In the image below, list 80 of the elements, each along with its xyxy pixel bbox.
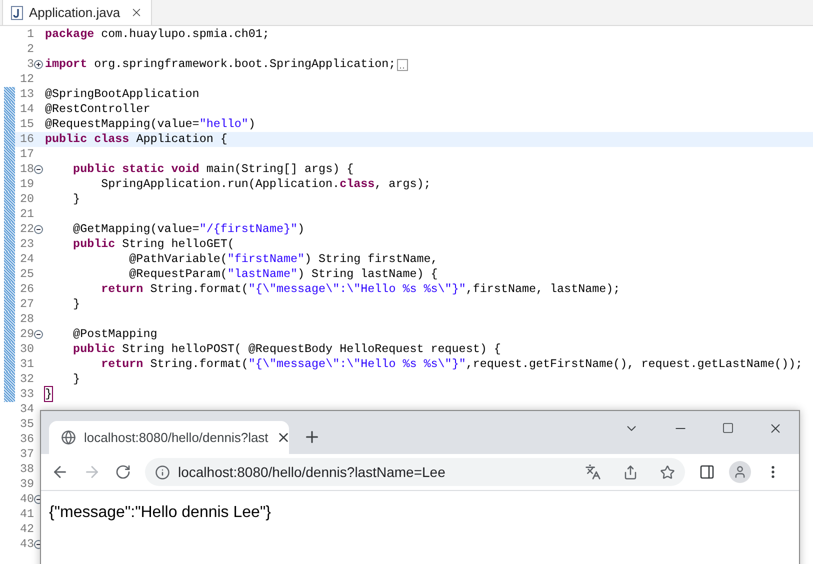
line-number: 13 — [18, 86, 34, 103]
collapse-icon[interactable] — [34, 165, 43, 174]
line-number: 33 — [18, 386, 34, 403]
code-line: @PathVariable("firstName") String firstName, — [128, 250, 438, 268]
code-line: public String helloGET( — [72, 236, 234, 253]
line-number: 12 — [18, 70, 34, 88]
line-number: 31 — [18, 356, 34, 373]
line-number: 24 — [18, 250, 34, 268]
line-number: 41 — [18, 506, 34, 523]
info-icon[interactable] — [155, 464, 170, 480]
code-line: } — [72, 296, 80, 313]
line-number: 20 — [18, 190, 34, 208]
star-icon[interactable] — [660, 464, 675, 480]
code-line: } — [72, 190, 80, 208]
java-file-icon — [11, 6, 23, 20]
line-number: 3 — [26, 56, 34, 73]
tab-title: localhost:8080/hello/dennis?last — [84, 428, 268, 447]
line-number: 40 — [18, 490, 34, 508]
line-number: 29 — [18, 326, 34, 343]
code-line: @SpringBootApplication — [45, 86, 200, 103]
code-line: public static void main(String[] args) { — [72, 160, 354, 178]
line-number: 38 — [18, 460, 34, 478]
maximize-icon[interactable] — [722, 422, 734, 434]
address-text: localhost:8080/hello/dennis?lastName=Lee — [178, 462, 446, 482]
translate-icon[interactable] — [585, 464, 601, 480]
code-line: return String.format("{\"message\":\"Hello %s %s\"}",firstName, lastName); — [100, 280, 620, 298]
collapse-icon[interactable] — [34, 330, 43, 339]
tab-title: Application.java — [29, 4, 120, 22]
avatar[interactable] — [729, 461, 751, 483]
line-number: 21 — [18, 206, 34, 223]
line-number: 35 — [18, 416, 34, 433]
code-line: @PostMapping — [72, 326, 158, 343]
back-icon[interactable] — [51, 463, 69, 481]
code-line: import org.springframework.boot.SpringApplication; — [45, 56, 396, 73]
line-number: 18 — [18, 160, 34, 178]
new-tab-icon[interactable] — [303, 428, 321, 446]
globe-icon — [61, 430, 76, 445]
line-number: 16 — [18, 130, 34, 148]
line-number: 37 — [18, 446, 34, 463]
code-line: return String.format("{\"message\":\"Hello %s %s\"}",request.getFirstName(), request.getLastName()); — [100, 356, 803, 373]
reload-icon[interactable] — [115, 464, 131, 480]
collapse-icon[interactable] — [34, 225, 43, 234]
line-number: 32 — [18, 370, 34, 388]
line-number: 25 — [18, 266, 34, 283]
code-line: @RequestParam("lastName") String lastName) { — [128, 266, 438, 283]
address-bar[interactable]: localhost:8080/hello/dennis?lastName=Lee — [145, 458, 685, 486]
browser-tab[interactable]: localhost:8080/hello/dennis?last — [49, 421, 289, 454]
line-number: 43 — [18, 536, 34, 553]
line-number: 2 — [26, 40, 34, 58]
line-number: 42 — [18, 520, 34, 538]
line-number: 30 — [18, 340, 34, 358]
code-line: package com.huaylupo.spmia.ch01; — [45, 26, 270, 43]
line-number: 27 — [18, 296, 34, 313]
person-icon — [733, 465, 747, 479]
code-line: public String helloPOST( @RequestBody HelloRequest request) { — [72, 340, 501, 358]
line-number: 26 — [18, 280, 34, 298]
editor-tab[interactable]: Application.java — [2, 0, 152, 25]
code-line: @RestController — [45, 100, 150, 118]
folded-code-icon[interactable] — [396, 58, 408, 70]
line-number: 15 — [18, 116, 34, 133]
line-number: 23 — [18, 236, 34, 253]
line-number: 36 — [18, 430, 34, 448]
line-number: 22 — [18, 220, 34, 238]
share-icon[interactable] — [623, 464, 638, 480]
side-panel-icon[interactable] — [699, 464, 715, 480]
line-number: 19 — [18, 176, 34, 193]
line-number: 14 — [18, 100, 34, 118]
response-text: {"message":"Hello dennis Lee"} — [49, 504, 271, 521]
code-line: SpringApplication.run(Application.class, args); — [100, 176, 431, 193]
line-number: 17 — [18, 146, 34, 163]
code-line: @RequestMapping(value="hello") — [45, 116, 256, 133]
line-number: 34 — [18, 400, 34, 418]
line-number: 1 — [26, 26, 34, 43]
code-line: @GetMapping(value="/{firstName}") — [72, 220, 305, 238]
expand-icon[interactable] — [34, 60, 43, 69]
code-line: public class Application { — [45, 130, 228, 148]
line-number: 39 — [18, 476, 34, 493]
code-line: } — [72, 370, 80, 388]
line-number: 28 — [18, 310, 34, 328]
code-line: } — [45, 386, 52, 403]
